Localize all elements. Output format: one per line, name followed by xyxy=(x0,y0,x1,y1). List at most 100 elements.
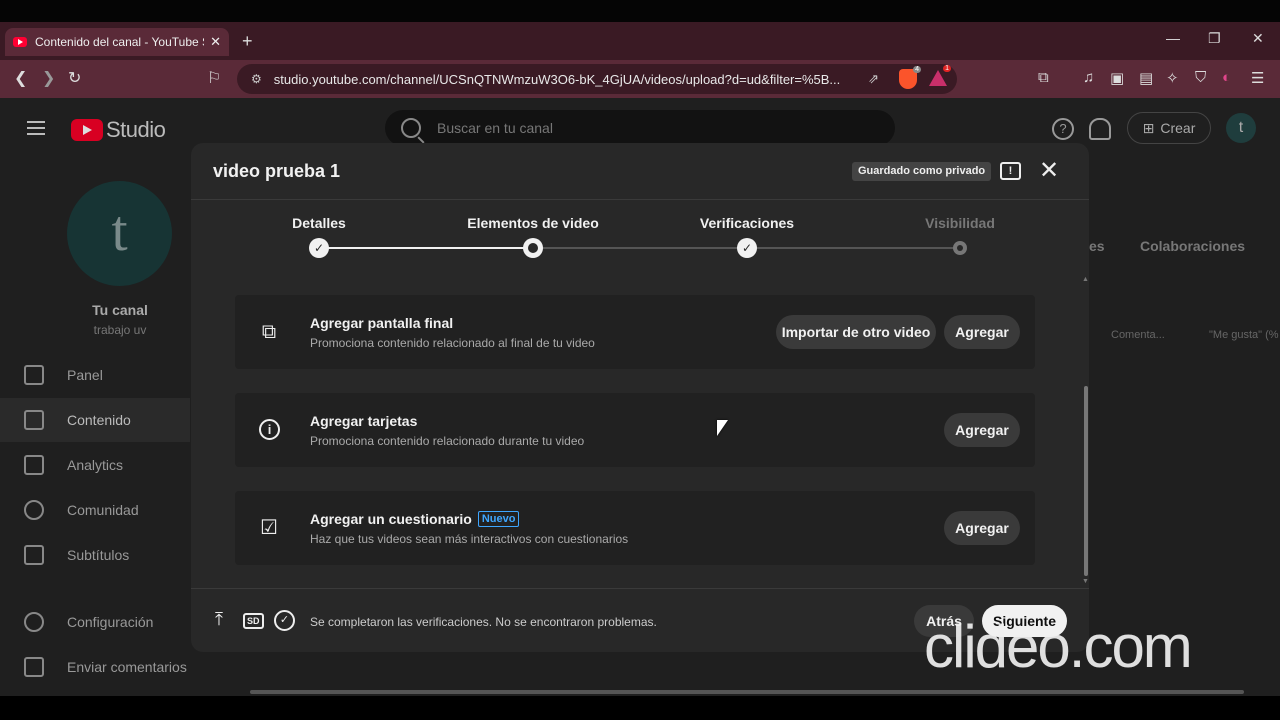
sidebar-item-label: Configuración xyxy=(67,614,154,630)
card-title-text: Agregar tarjetas xyxy=(310,413,418,429)
import-from-video-button[interactable]: Importar de otro video xyxy=(776,315,936,349)
tab-collaborations[interactable]: Colaboraciones xyxy=(1140,238,1245,254)
brave-shield-badge: 4 xyxy=(913,66,921,73)
profile-extension-icon[interactable]: ◐ xyxy=(1222,69,1231,86)
info-icon: i xyxy=(259,419,280,440)
step-label-details[interactable]: Detalles xyxy=(292,215,346,231)
video-camera-icon: ⊞ xyxy=(1142,119,1155,136)
sd-quality-icon: SD xyxy=(243,613,264,629)
card-description: Haz que tus videos sean más interactivos… xyxy=(310,532,629,546)
add-end-screen-button[interactable]: Agregar xyxy=(944,315,1020,349)
address-bar[interactable]: ⚙ studio.youtube.com/channel/UCSnQTNWmzu… xyxy=(237,64,957,94)
card-title: Agregar pantalla final xyxy=(310,315,453,331)
sidebar-item-community[interactable]: Comunidad xyxy=(0,488,190,532)
sidebar-item-label: Comunidad xyxy=(67,502,139,518)
share-icon[interactable]: ⇗ xyxy=(868,71,879,87)
card-title-text: Agregar pantalla final xyxy=(310,315,454,331)
column-header-likes[interactable]: "Me gusta" (% xyxy=(1209,329,1279,341)
search-icon xyxy=(401,118,421,138)
bookmark-icon[interactable]: ⚐ xyxy=(207,68,221,88)
account-avatar[interactable]: t xyxy=(1226,113,1256,143)
clideo-watermark: clideo.com xyxy=(924,613,1193,680)
horizontal-scrollbar[interactable] xyxy=(250,690,1244,694)
brave-rewards-icon[interactable] xyxy=(929,70,947,86)
sidebar-item-analytics[interactable]: Analytics xyxy=(0,443,190,487)
sidebar-item-feedback[interactable]: Enviar comentarios xyxy=(0,645,190,689)
studio-logo-text: Studio xyxy=(106,117,166,142)
new-tab-button[interactable]: + xyxy=(242,31,253,52)
upload-stepper: Detalles ✓ Elementos de video Verificaci… xyxy=(191,200,1089,280)
feedback-icon xyxy=(24,657,44,677)
vertical-scrollbar[interactable] xyxy=(1084,386,1088,576)
mouse-cursor-icon xyxy=(717,420,728,436)
studio-logo[interactable]: Studio xyxy=(71,117,166,143)
create-label: Crear xyxy=(1160,120,1196,136)
community-icon xyxy=(24,500,44,520)
hamburger-menu-icon[interactable] xyxy=(27,121,45,139)
media-icon[interactable]: ♫ xyxy=(1083,69,1094,86)
close-window-button[interactable]: ✕ xyxy=(1252,30,1264,47)
search-placeholder: Buscar en tu canal xyxy=(437,120,553,136)
quiz-card: ☑ Agregar un cuestionario Nuevo Haz que … xyxy=(235,491,1035,565)
report-feedback-icon[interactable]: ! xyxy=(1000,162,1021,180)
channel-search-input[interactable]: Buscar en tu canal xyxy=(385,110,895,146)
sidebar-item-panel[interactable]: Panel xyxy=(0,353,190,397)
sidebar-item-label: Subtítulos xyxy=(67,547,130,563)
current-step-icon[interactable] xyxy=(523,238,543,258)
notifications-bell-icon[interactable] xyxy=(1089,118,1111,140)
step-label-video-elements[interactable]: Elementos de video xyxy=(467,215,598,231)
end-screen-card: ⧉ Agregar pantalla final Promociona cont… xyxy=(235,295,1035,369)
browser-tab[interactable]: Contenido del canal - YouTube S ✕ xyxy=(5,28,229,56)
menu-icon[interactable]: ☰ xyxy=(1251,69,1264,87)
cards-card: i Agregar tarjetas Promociona contenido … xyxy=(235,393,1035,467)
restore-button[interactable]: ❐ xyxy=(1208,30,1221,47)
sidebar-item-subtitles[interactable]: Subtítulos xyxy=(0,533,190,577)
channel-avatar[interactable]: t xyxy=(67,181,172,286)
check-icon[interactable]: ✓ xyxy=(309,238,329,258)
reload-icon[interactable]: ↻ xyxy=(68,68,81,88)
back-arrow-icon[interactable]: ❮ xyxy=(14,68,27,88)
add-cards-button[interactable]: Agregar xyxy=(944,413,1020,447)
forward-arrow-icon[interactable]: ❯ xyxy=(42,68,55,88)
step-connector xyxy=(319,247,533,249)
check-icon[interactable]: ✓ xyxy=(737,238,757,258)
create-button[interactable]: ⊞ Crear xyxy=(1127,112,1211,144)
top-strip xyxy=(0,0,1280,22)
youtube-favicon-icon xyxy=(13,37,27,47)
step-label-checks[interactable]: Verificaciones xyxy=(700,215,794,231)
sidebar-item-content[interactable]: Contenido xyxy=(0,398,190,442)
screenshot-icon[interactable]: ⧉ xyxy=(1038,69,1049,86)
saved-status-badge: Guardado como privado xyxy=(852,162,992,181)
help-icon[interactable]: ? xyxy=(1052,118,1074,140)
scroll-up-icon[interactable]: ▲ xyxy=(1082,276,1089,283)
end-screen-icon: ⧉ xyxy=(261,321,277,343)
card-title: Agregar tarjetas xyxy=(310,413,417,429)
minimize-button[interactable]: — xyxy=(1166,30,1180,46)
close-icon[interactable]: ✕ xyxy=(1039,159,1059,183)
tab-partial[interactable]: es xyxy=(1089,238,1105,254)
new-badge: Nuevo xyxy=(477,511,520,527)
dialog-header: video prueba 1 Guardado como privado ! ✕ xyxy=(191,143,1089,200)
sidebar-toggle-icon[interactable]: ▣ xyxy=(1110,69,1124,87)
card-title: Agregar un cuestionario Nuevo xyxy=(310,511,520,527)
column-header-comments[interactable]: Comenta... xyxy=(1111,329,1165,341)
upload-dialog: video prueba 1 Guardado como privado ! ✕… xyxy=(191,143,1089,652)
checks-complete-icon: ✓ xyxy=(274,610,295,631)
sidebar-item-settings[interactable]: Configuración xyxy=(0,600,190,644)
vpn-icon[interactable]: ⛉ xyxy=(1195,69,1206,86)
scroll-down-icon[interactable]: ▼ xyxy=(1082,578,1089,585)
card-description: Promociona contenido relacionado durante… xyxy=(310,434,585,448)
content-icon xyxy=(24,410,44,430)
url-text: studio.youtube.com/channel/UCSnQTNWmzuW3… xyxy=(273,71,841,87)
site-settings-icon[interactable]: ⚙ xyxy=(251,72,262,86)
add-quiz-button[interactable]: Agregar xyxy=(944,511,1020,545)
leo-ai-icon[interactable]: ✧ xyxy=(1166,69,1179,87)
card-title-text: Agregar un cuestionario xyxy=(310,511,472,527)
rewards-badge: 1 xyxy=(943,65,951,72)
wallet-icon[interactable]: ▤ xyxy=(1139,69,1153,87)
sidebar-item-label: Panel xyxy=(67,367,103,383)
pending-step-icon[interactable] xyxy=(953,241,967,255)
tab-close-icon[interactable]: ✕ xyxy=(210,34,221,50)
dashboard-icon xyxy=(24,365,44,385)
step-label-visibility[interactable]: Visibilidad xyxy=(925,215,995,231)
